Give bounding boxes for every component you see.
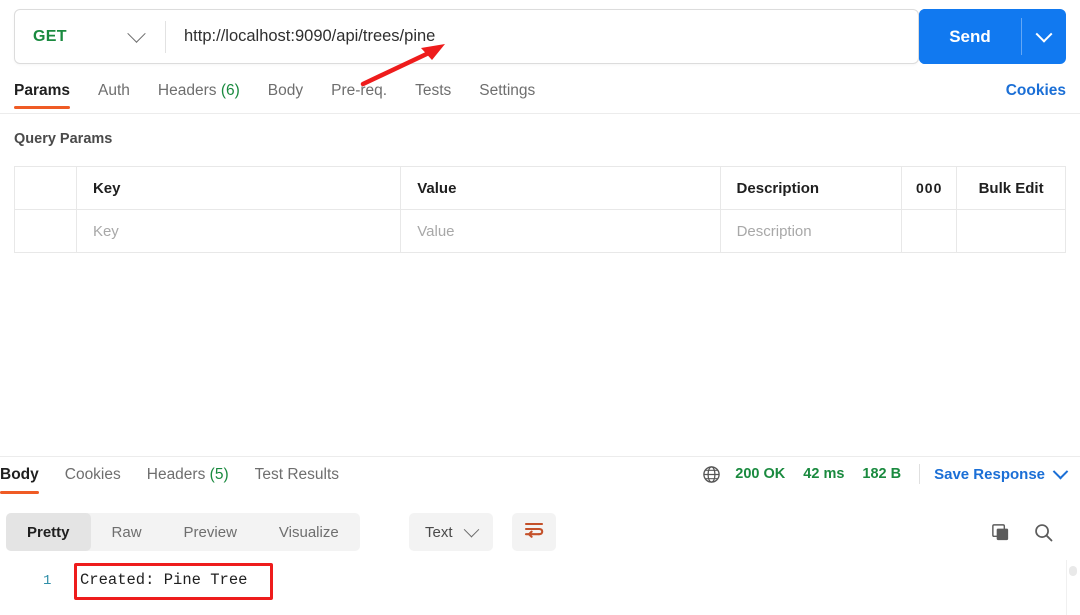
globe-icon[interactable] [702, 465, 721, 484]
tab-pre-request[interactable]: Pre-req. [331, 82, 387, 109]
view-visualize[interactable]: Visualize [258, 513, 360, 551]
header-cell-description: Description [721, 167, 903, 209]
response-tab-headers[interactable]: Headers (5) [147, 466, 229, 494]
url-bar: GET [14, 9, 919, 64]
table-header-row: Key Value Description 000 Bulk Edit [15, 167, 1065, 210]
view-pretty[interactable]: Pretty [6, 513, 91, 551]
request-tabs: Params Auth Headers (6) Body Pre-req. Te… [14, 82, 1066, 114]
cookies-link[interactable]: Cookies [1006, 82, 1066, 100]
request-url-row: GET Send [14, 9, 1066, 64]
table-row: Key Value Description [15, 210, 1065, 253]
word-wrap-icon [524, 521, 544, 543]
save-response-button[interactable]: Save Response [934, 463, 1069, 483]
status-divider [919, 464, 921, 484]
response-body-viewer[interactable]: 1 Created: Pine Tree [0, 560, 1080, 615]
request-tabs-divider [0, 113, 1080, 114]
tab-body[interactable]: Body [268, 82, 303, 109]
response-status-group: 200 OK 42 ms 182 B Save Response [702, 463, 1069, 484]
tab-tests[interactable]: Tests [415, 82, 451, 109]
view-raw[interactable]: Raw [91, 513, 163, 551]
query-params-title: Query Params [14, 131, 113, 147]
chevron-down-icon [463, 521, 479, 537]
response-tools [990, 513, 1054, 551]
response-format-label: Text [425, 523, 453, 541]
header-cell-key: Key [77, 167, 402, 209]
row-spacer-bulk [957, 210, 1065, 252]
line-number: 1 [43, 573, 52, 589]
url-input[interactable] [166, 10, 918, 63]
send-button[interactable]: Send [919, 9, 1021, 64]
response-body-toolbar: Pretty Raw Preview Visualize Text [0, 508, 1080, 558]
postman-request-response-pane: GET Send Params Auth Headers (6) Body [0, 0, 1080, 615]
response-format-select[interactable]: Text [409, 513, 493, 551]
bulk-edit-button[interactable]: Bulk Edit [957, 167, 1065, 209]
response-header: Body Cookies Headers (5) Test Results 20… [0, 463, 1080, 500]
more-options-icon[interactable]: 000 [902, 167, 958, 209]
header-cell-value: Value [401, 167, 721, 209]
response-divider[interactable] [0, 456, 1080, 457]
query-params-table: Key Value Description 000 Bulk Edit Key … [14, 166, 1066, 253]
response-tab-test-results[interactable]: Test Results [255, 466, 339, 494]
chevron-down-icon [127, 24, 146, 43]
view-mode-group: Pretty Raw Preview Visualize [6, 513, 360, 551]
row-key-input[interactable]: Key [77, 210, 402, 252]
row-value-input[interactable]: Value [401, 210, 721, 252]
tab-settings[interactable]: Settings [479, 82, 535, 109]
send-options-button[interactable] [1022, 9, 1066, 64]
copy-icon[interactable] [990, 522, 1011, 543]
http-method-selector[interactable]: GET [15, 10, 165, 63]
response-size: 182 B [862, 466, 902, 482]
row-spacer-dots [902, 210, 958, 252]
response-scrollbar-thumb[interactable] [1069, 566, 1077, 576]
status-code: 200 OK [735, 466, 786, 482]
send-button-group: Send [919, 9, 1066, 64]
response-tab-body[interactable]: Body [0, 466, 39, 494]
response-time: 42 ms [803, 466, 845, 482]
response-tab-cookies[interactable]: Cookies [65, 466, 121, 494]
chevron-down-icon [1052, 463, 1069, 479]
http-method-label: GET [33, 27, 67, 45]
response-body-line: Created: Pine Tree [80, 571, 248, 589]
header-cell-checkbox [15, 167, 77, 209]
search-icon[interactable] [1033, 522, 1054, 543]
row-checkbox[interactable] [15, 210, 77, 252]
row-description-input[interactable]: Description [721, 210, 903, 252]
word-wrap-toggle[interactable] [512, 513, 556, 551]
tab-params[interactable]: Params [14, 82, 71, 109]
view-preview[interactable]: Preview [163, 513, 258, 551]
chevron-down-icon [1035, 25, 1053, 43]
tab-auth[interactable]: Auth [98, 82, 130, 109]
tab-headers[interactable]: Headers (6) [158, 82, 240, 109]
